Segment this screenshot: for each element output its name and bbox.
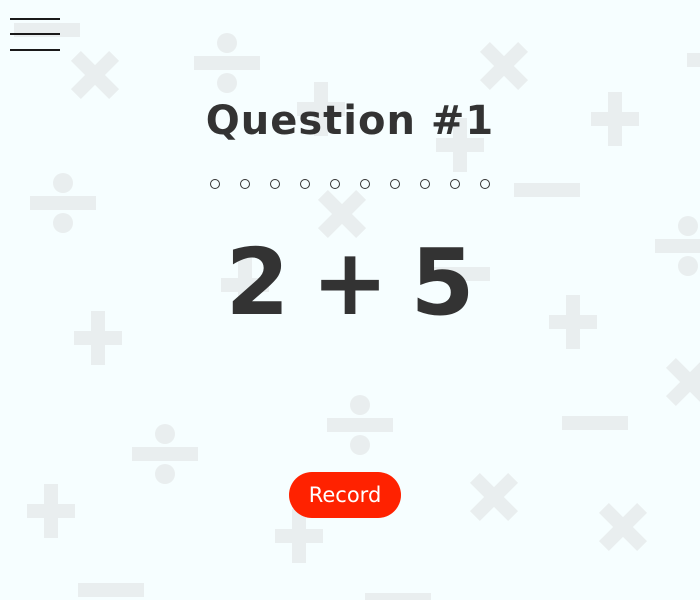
- multiply-symbol-icon: [479, 41, 529, 91]
- math-problem: 2 +5: [0, 228, 700, 338]
- question-progress-dots: [0, 179, 700, 189]
- minus-symbol-icon: [365, 593, 431, 600]
- minus-symbol-icon: [562, 416, 628, 430]
- right-operand: 5: [410, 229, 475, 336]
- progress-dot: [420, 179, 430, 189]
- multiply-symbol-icon: [598, 502, 648, 552]
- divide-symbol-icon: [194, 33, 260, 93]
- progress-dot: [390, 179, 400, 189]
- progress-dot: [270, 179, 280, 189]
- progress-dot: [210, 179, 220, 189]
- minus-symbol-icon: [687, 53, 700, 67]
- progress-dot: [330, 179, 340, 189]
- progress-dot: [360, 179, 370, 189]
- plus-symbol-icon: [27, 484, 75, 538]
- operator: +: [311, 229, 389, 336]
- hamburger-menu-icon[interactable]: [10, 17, 62, 53]
- divide-symbol-icon: [327, 395, 393, 455]
- progress-dot: [240, 179, 250, 189]
- multiply-symbol-icon: [469, 472, 519, 522]
- question-title: Question #1: [205, 98, 495, 144]
- record-button[interactable]: Record: [289, 472, 401, 518]
- left-operand: 2: [225, 229, 290, 336]
- progress-dot: [450, 179, 460, 189]
- progress-dot: [480, 179, 490, 189]
- progress-dot: [300, 179, 310, 189]
- minus-symbol-icon: [78, 583, 144, 597]
- divide-symbol-icon: [132, 424, 198, 484]
- multiply-symbol-icon: [665, 357, 700, 407]
